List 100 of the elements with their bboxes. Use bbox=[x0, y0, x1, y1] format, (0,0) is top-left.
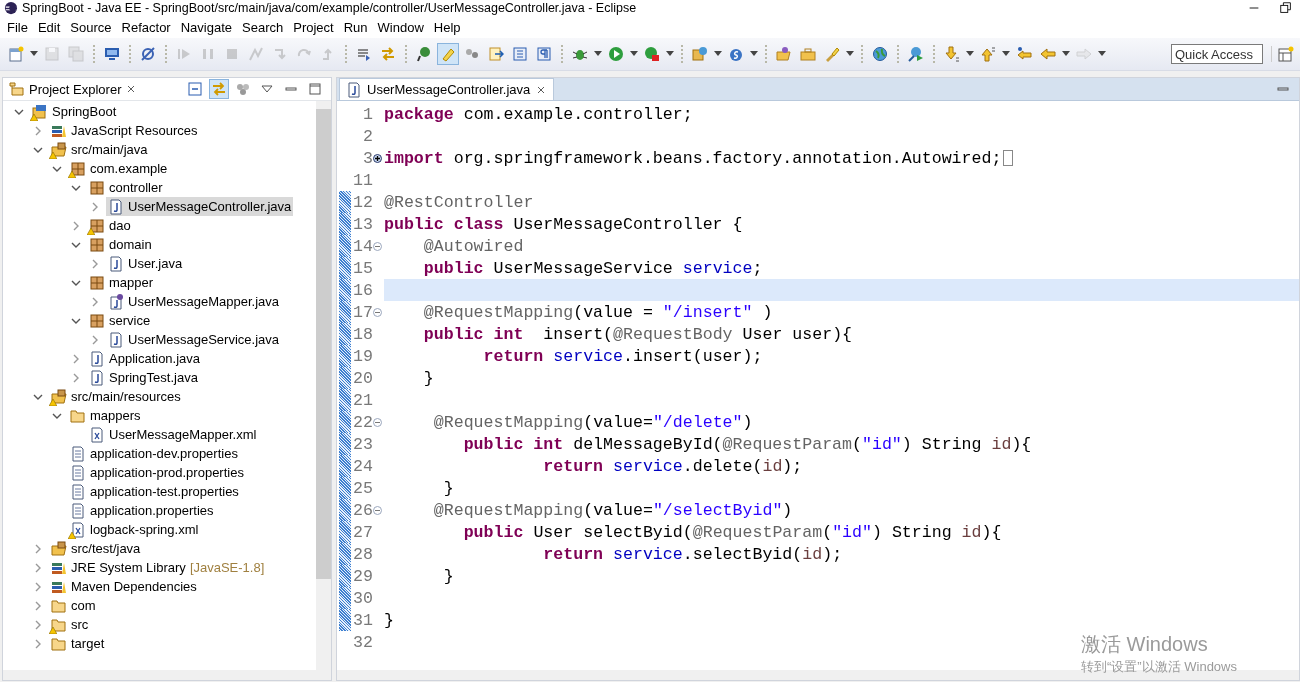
folded-code-icon[interactable] bbox=[1003, 150, 1014, 166]
tree-item[interactable]: service bbox=[87, 311, 153, 330]
briefcase-icon bbox=[800, 46, 816, 62]
dropdown-caret-icon[interactable] bbox=[844, 51, 856, 57]
tree-item[interactable]: Maven Dependencies bbox=[49, 577, 199, 596]
tree-item[interactable]: domain bbox=[87, 235, 154, 254]
line-number: 30 bbox=[352, 588, 373, 608]
tree-item[interactable]: target bbox=[49, 634, 107, 653]
tree-item[interactable]: UserMessageService.java bbox=[106, 330, 281, 349]
menu-item[interactable]: Search bbox=[237, 19, 289, 35]
tree-item[interactable]: com bbox=[49, 596, 98, 615]
tree-item[interactable]: SpringTest.java bbox=[87, 368, 200, 387]
fold-collapse-icon[interactable] bbox=[373, 505, 382, 515]
line-number: 28 bbox=[352, 544, 373, 564]
menu-item[interactable]: File bbox=[2, 19, 33, 35]
properties-file-icon bbox=[70, 483, 86, 500]
tree-item[interactable]: UserMessageController.java bbox=[106, 197, 294, 216]
tree-item[interactable]: JRE System Library [JavaSE-1.8] bbox=[49, 558, 267, 577]
line-number: 24 bbox=[352, 456, 373, 476]
link-with-editor-button[interactable] bbox=[209, 79, 229, 99]
tree-item[interactable]: application.properties bbox=[68, 501, 216, 520]
code-line: public UserMessageService service; bbox=[422, 258, 763, 278]
tree-item[interactable]: src/main/resources bbox=[49, 387, 183, 406]
fold-collapse-icon[interactable] bbox=[373, 241, 382, 251]
code-line: return service.delete(id); bbox=[542, 456, 803, 476]
tree-item[interactable]: UserMessageMapper.java bbox=[106, 292, 282, 311]
menu-item[interactable]: Refactor bbox=[116, 19, 176, 35]
line-number: 26 bbox=[352, 500, 373, 520]
dropdown-caret-icon[interactable] bbox=[1000, 51, 1012, 57]
server-icon bbox=[692, 46, 708, 62]
xml-file-icon bbox=[89, 426, 105, 443]
properties-file-icon bbox=[70, 445, 86, 462]
dropdown-caret-icon[interactable] bbox=[1060, 51, 1072, 57]
tree-item[interactable]: logback-spring.xml bbox=[68, 520, 201, 539]
fold-collapse-icon[interactable] bbox=[373, 307, 382, 317]
tree-item[interactable]: src/main/java bbox=[49, 140, 150, 159]
dropdown-caret-icon[interactable] bbox=[628, 51, 640, 57]
xml-file-icon bbox=[70, 521, 86, 538]
properties-file-icon bbox=[70, 502, 86, 519]
project-explorer-tab[interactable]: Project Explorer bbox=[3, 78, 144, 100]
menu-item[interactable]: Edit bbox=[32, 19, 66, 35]
dropdown-caret-icon[interactable] bbox=[28, 51, 40, 57]
menu-item[interactable]: Project bbox=[288, 19, 339, 35]
source-folder-icon bbox=[51, 540, 67, 557]
tree-item[interactable]: mappers bbox=[68, 406, 143, 425]
menu-item[interactable]: Run bbox=[338, 19, 373, 35]
tree-item[interactable]: dao bbox=[87, 216, 133, 235]
tree-item[interactable]: User.java bbox=[106, 254, 185, 273]
folder-icon bbox=[70, 407, 86, 424]
package-icon bbox=[70, 160, 86, 177]
package-icon bbox=[89, 236, 105, 253]
scrollbar[interactable] bbox=[3, 670, 331, 680]
tree-item[interactable]: application-prod.properties bbox=[68, 463, 246, 482]
fold-collapse-icon[interactable] bbox=[373, 417, 382, 427]
menu-item[interactable]: Source bbox=[65, 19, 117, 35]
tree-item[interactable]: SpringBoot bbox=[30, 102, 119, 121]
tree-item[interactable]: src bbox=[49, 615, 91, 634]
package-icon bbox=[89, 217, 105, 234]
dropdown-caret-icon[interactable] bbox=[592, 51, 604, 57]
tree-item[interactable]: com.example bbox=[68, 159, 170, 178]
dropdown-caret-icon[interactable] bbox=[712, 51, 724, 57]
save-all-icon bbox=[68, 46, 84, 62]
tree-item[interactable]: src/test/java bbox=[49, 539, 143, 558]
menu-item[interactable]: Help bbox=[428, 19, 466, 35]
code-line: public User selectByid(@RequestParam("id") String id){ bbox=[462, 522, 1002, 542]
scrollbar[interactable] bbox=[316, 101, 331, 670]
line-number: 12 bbox=[352, 192, 373, 212]
skip-icon bbox=[140, 46, 156, 62]
tree-item[interactable]: mapper bbox=[87, 273, 156, 292]
line-number: 20 bbox=[352, 368, 373, 388]
line-number: 17 bbox=[352, 302, 373, 322]
code-line: } bbox=[442, 478, 454, 498]
dots-icon bbox=[235, 81, 251, 97]
tree-item[interactable]: application-test.properties bbox=[68, 482, 241, 501]
editor-tab[interactable]: UserMessageController.java bbox=[339, 78, 555, 100]
dropdown-caret-icon[interactable] bbox=[964, 51, 976, 57]
menu-item[interactable]: Window bbox=[372, 19, 429, 35]
activation-title: 激活 Windows bbox=[1081, 632, 1209, 657]
library-version: [JavaSE-1.8] bbox=[189, 560, 265, 575]
tree-item[interactable]: application-dev.properties bbox=[68, 444, 240, 463]
collapse-all-icon bbox=[187, 81, 203, 97]
dropdown-caret-icon[interactable] bbox=[748, 51, 760, 57]
flashlight-icon bbox=[824, 46, 840, 62]
highlighter-button[interactable] bbox=[437, 43, 459, 65]
collapse-all-button[interactable] bbox=[185, 79, 205, 99]
code-line: public int insert(@RequestBody User user){ bbox=[422, 324, 853, 344]
tree-item[interactable]: controller bbox=[87, 178, 165, 197]
code-line: @RequestMapping(value="/delete") bbox=[432, 412, 753, 432]
tree-item[interactable]: JavaScript Resources bbox=[49, 121, 200, 140]
line-number: 21 bbox=[352, 390, 373, 410]
menu-item[interactable]: Navigate bbox=[175, 19, 237, 35]
java-file-icon bbox=[108, 198, 124, 215]
restore-icon[interactable] bbox=[1279, 1, 1293, 15]
tree-item[interactable]: Application.java bbox=[87, 349, 203, 368]
dropdown-caret-icon[interactable] bbox=[664, 51, 676, 57]
quick-access-field[interactable]: Quick Access bbox=[1171, 44, 1263, 64]
tree-item[interactable]: UserMessageMapper.xml bbox=[87, 425, 259, 444]
fold-expand-icon[interactable] bbox=[373, 153, 382, 163]
line-number: 29 bbox=[352, 566, 373, 586]
monitor-icon bbox=[104, 46, 120, 62]
